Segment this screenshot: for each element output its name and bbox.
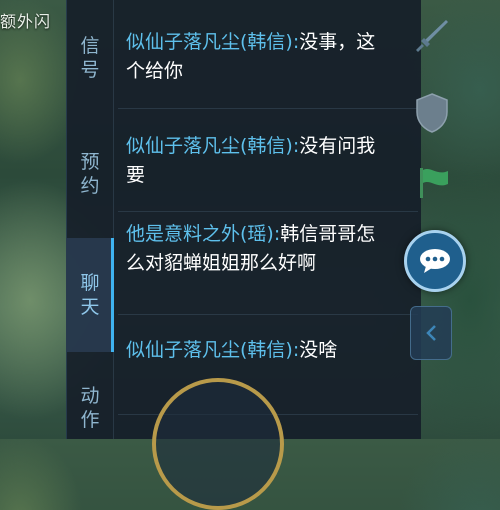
message-sender[interactable]: 似仙子落凡尘(韩信): xyxy=(126,135,299,157)
tab-action[interactable]: 动 作 xyxy=(66,384,114,440)
tab-reservation-char-2: 约 xyxy=(80,175,100,197)
message-divider xyxy=(118,314,418,315)
chat-message: 似仙子落凡尘(韩信):没有问我要 xyxy=(126,132,388,190)
message-sender[interactable]: 他是意料之外(瑶): xyxy=(126,223,280,245)
chat-bubble-icon xyxy=(420,249,450,273)
tab-action-char-1: 动 xyxy=(80,385,100,407)
tab-chat[interactable]: 聊 天 xyxy=(66,238,114,352)
skill-ring[interactable] xyxy=(152,378,284,510)
tab-action-char-2: 作 xyxy=(80,409,100,431)
chat-message: 似仙子落凡尘(韩信):没啥 xyxy=(126,336,388,365)
chat-button[interactable] xyxy=(404,230,466,292)
message-text: 没啥 xyxy=(299,339,338,361)
sword-icon[interactable] xyxy=(410,14,454,58)
collapse-button[interactable] xyxy=(410,306,452,360)
message-divider xyxy=(118,211,418,212)
message-divider xyxy=(118,108,418,109)
message-sender[interactable]: 似仙子落凡尘(韩信): xyxy=(126,339,299,361)
tab-column: 信 号 预 约 聊 天 动 作 xyxy=(66,0,114,439)
tab-signal-char-2: 号 xyxy=(80,59,100,81)
tab-signal[interactable]: 信 号 xyxy=(66,34,114,90)
tab-chat-char-1: 聊 xyxy=(80,272,100,294)
tab-chat-char-2: 天 xyxy=(80,296,100,318)
flag-icon[interactable] xyxy=(412,160,456,204)
message-sender[interactable]: 似仙子落凡尘(韩信): xyxy=(126,31,299,53)
corner-text: 额外闪 xyxy=(0,12,52,31)
chat-message: 他是意料之外(瑶):韩信哥哥怎么对貂蝉姐姐那么好啊 xyxy=(126,220,388,278)
tab-signal-char-1: 信 xyxy=(80,35,100,57)
tab-reservation[interactable]: 预 约 xyxy=(66,150,114,206)
shield-icon[interactable] xyxy=(412,90,452,136)
chevron-left-icon xyxy=(426,325,436,341)
chat-message: 似仙子落凡尘(韩信):没事，这个给你 xyxy=(126,28,388,86)
tab-reservation-char-1: 预 xyxy=(80,151,100,173)
tab-active-indicator xyxy=(111,238,114,352)
